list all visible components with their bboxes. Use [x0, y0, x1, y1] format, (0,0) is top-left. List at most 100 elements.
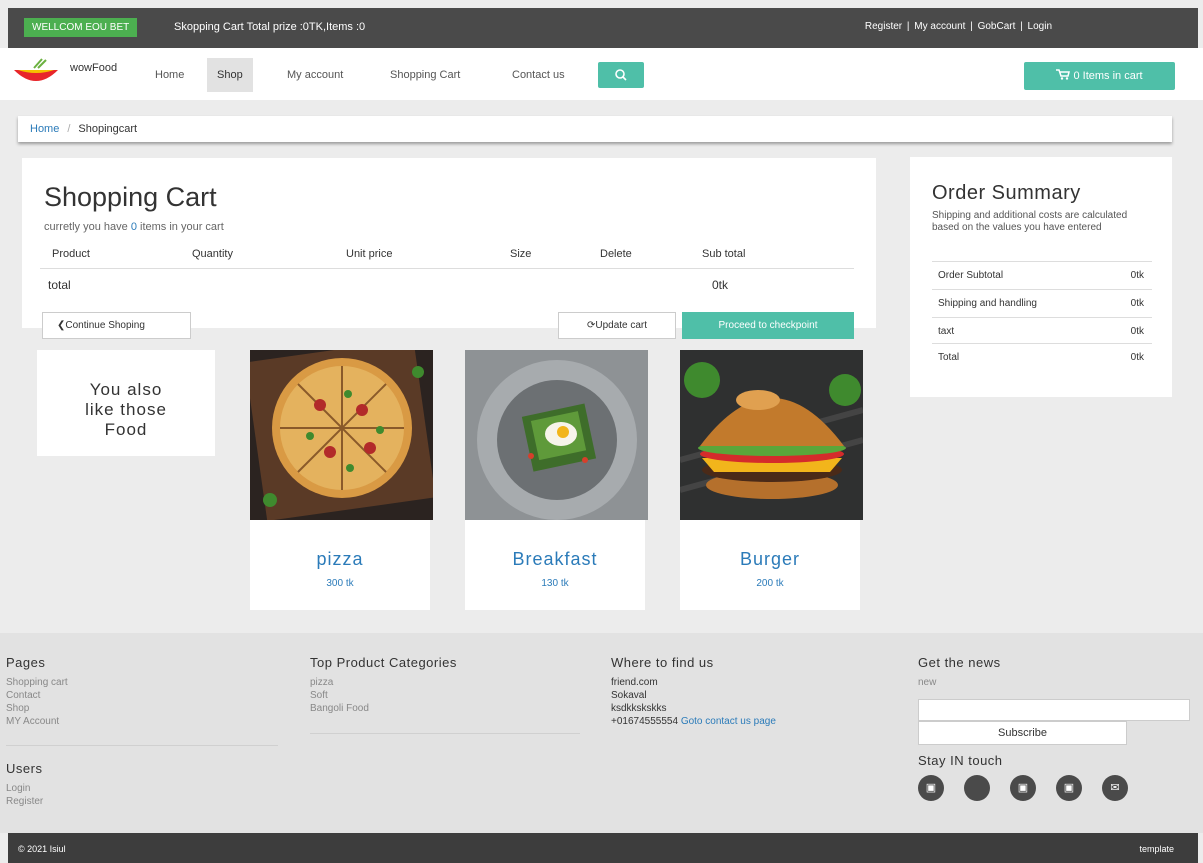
footer-stay-title: Stay IN touch — [918, 753, 1003, 768]
cart-total-row: total 0tk — [40, 270, 854, 302]
footer-stay-in-touch: Stay IN touch — [918, 753, 1003, 774]
update-cart-label: Update cart — [595, 320, 648, 331]
footer-category-link[interactable]: Soft — [310, 689, 457, 702]
also-line: You also — [89, 380, 163, 399]
my-account-link[interactable]: My account — [914, 21, 965, 32]
summary-value: 0tk — [1130, 298, 1144, 309]
footer-users-title: Users — [6, 761, 43, 776]
footer-link-register[interactable]: Register — [6, 795, 43, 808]
cart-title: Shopping Cart — [44, 182, 217, 212]
order-summary-title: Order Summary — [932, 182, 1081, 204]
shopping-cart-panel: Shopping Cart curretly you have 0 items … — [22, 158, 876, 328]
summary-value: 0tk — [1130, 326, 1144, 337]
logo-text[interactable]: wowFood — [70, 62, 117, 74]
summary-label: Order Subtotal — [938, 270, 1004, 281]
footer-link-shop[interactable]: Shop — [6, 702, 68, 715]
email-icon[interactable]: ✉ — [1102, 775, 1128, 801]
col-size: Size — [510, 248, 532, 260]
footer-category-link[interactable]: pizza — [310, 676, 457, 689]
bottom-bar: © 2021 Isiul template — [8, 833, 1198, 863]
nav-shopping-cart[interactable]: Shopping Cart — [380, 58, 470, 92]
google-plus-icon[interactable]: ▣ — [1010, 775, 1036, 801]
breadcrumb-separator: / — [67, 123, 71, 135]
footer-pages: Pages Shopping cart Contact Shop MY Acco… — [6, 655, 68, 728]
order-summary-panel: Order Summary Shipping and additional co… — [910, 157, 1172, 397]
footer-address-line: Sokaval — [611, 690, 647, 701]
footer-category-link[interactable]: Bangoli Food — [310, 702, 457, 715]
proceed-to-checkout-button[interactable]: Proceed to checkpoint — [682, 312, 854, 339]
login-link[interactable]: Login — [1028, 21, 1052, 32]
footer-link-shopping-cart[interactable]: Shopping cart — [6, 676, 68, 689]
summary-value: 0tk — [1130, 352, 1144, 363]
footer-location: Where to find us friend.com Sokaval ksdk… — [611, 655, 776, 728]
register-link[interactable]: Register — [865, 21, 902, 32]
breadcrumb-home[interactable]: Home — [30, 123, 59, 135]
twitter-icon[interactable] — [964, 775, 990, 801]
contact-page-link[interactable]: Goto contact us page — [681, 716, 776, 727]
cart-total-info: Skopping Cart Total prize :0TK,Items :0 — [174, 21, 366, 33]
you-also-like-box: You also like those Food — [37, 350, 215, 456]
summary-row: Order Subtotal 0tk — [932, 261, 1152, 289]
cart-table-header: Product Quantity Unit price Size Delete … — [40, 243, 854, 269]
footer-categories: Top Product Categories pizza Soft Bangol… — [310, 655, 457, 715]
product-price: 130 tk — [541, 578, 569, 589]
nav-my-account[interactable]: My account — [277, 58, 353, 92]
summary-label: taxt — [938, 326, 955, 337]
summary-row: taxt 0tk — [932, 317, 1152, 345]
footer-divider — [6, 745, 278, 746]
cart-subtitle-pre: curretly you have — [44, 221, 128, 233]
template-link[interactable]: template — [1139, 844, 1174, 854]
footer-phone-line: +01674555554 Goto contact us page — [611, 715, 776, 728]
burger-image[interactable] — [680, 350, 863, 520]
cart-button-label: 0 Items in cart — [1073, 70, 1143, 82]
food-bowl-logo-icon[interactable] — [12, 58, 60, 86]
footer-divider — [310, 733, 580, 734]
continue-shopping-button[interactable]: ❮Continue Shoping — [42, 312, 191, 339]
site-footer: Pages Shopping cart Contact Shop MY Acco… — [0, 633, 1203, 833]
summary-label: Shipping and handling — [938, 298, 1037, 309]
footer-address-line: friend.com — [611, 677, 658, 688]
product-price: 200 tk — [756, 578, 784, 589]
nav-contact-us[interactable]: Contact us — [502, 58, 575, 92]
gobcart-link[interactable]: GobCart — [978, 21, 1016, 32]
nav-shop[interactable]: Shop — [207, 58, 253, 92]
product-name[interactable]: Burger — [680, 549, 860, 570]
update-cart-button[interactable]: ⟳Update cart — [558, 312, 676, 339]
footer-link-contact[interactable]: Contact — [6, 689, 68, 702]
search-icon — [615, 69, 627, 81]
product-card-pizza[interactable]: pizza 300 tk — [250, 350, 433, 610]
search-button[interactable] — [598, 62, 644, 88]
nav-home[interactable]: Home — [145, 58, 194, 92]
subscribe-button[interactable]: Subscribe — [918, 721, 1127, 745]
footer-users: Users Login Register — [6, 761, 43, 808]
cart-items-button[interactable]: 0 Items in cart — [1024, 62, 1175, 90]
footer-link-login[interactable]: Login — [6, 782, 43, 795]
footer-address-line: ksdkkskskks — [611, 703, 667, 714]
total-value: 0tk — [712, 278, 729, 292]
cart-item-count: 0 — [130, 221, 137, 233]
facebook-icon[interactable]: ▣ — [918, 775, 944, 801]
col-unit-price: Unit price — [346, 248, 393, 260]
product-card-burger[interactable]: Burger 200 tk — [680, 350, 863, 610]
pizza-image[interactable] — [250, 350, 433, 520]
cart-subtitle: curretly you have 0 items in your cart — [44, 221, 224, 233]
col-delete: Delete — [600, 248, 632, 260]
cart-icon — [1056, 69, 1073, 82]
footer-categories-title: Top Product Categories — [310, 655, 457, 670]
product-name[interactable]: Breakfast — [465, 549, 645, 570]
instagram-icon[interactable]: ▣ — [1056, 775, 1082, 801]
breakfast-image[interactable] — [465, 350, 648, 520]
footer-link-my-account[interactable]: MY Account — [6, 715, 68, 728]
summary-row: Total 0tk — [932, 343, 1152, 371]
newsletter-email-input[interactable] — [918, 699, 1190, 721]
total-label: total — [48, 278, 71, 292]
also-line: Food — [104, 420, 148, 439]
copyright-text: © 2021 Isiul — [18, 844, 66, 854]
product-name[interactable]: pizza — [250, 549, 430, 570]
breadcrumb-current: Shopingcart — [78, 123, 138, 135]
footer-news-title: Get the news — [918, 655, 1001, 670]
continue-shopping-label: Continue Shoping — [65, 320, 145, 331]
footer-pages-title: Pages — [6, 655, 46, 670]
product-card-breakfast[interactable]: Breakfast 130 tk — [465, 350, 648, 610]
footer-newsletter: Get the news new — [918, 655, 1001, 689]
